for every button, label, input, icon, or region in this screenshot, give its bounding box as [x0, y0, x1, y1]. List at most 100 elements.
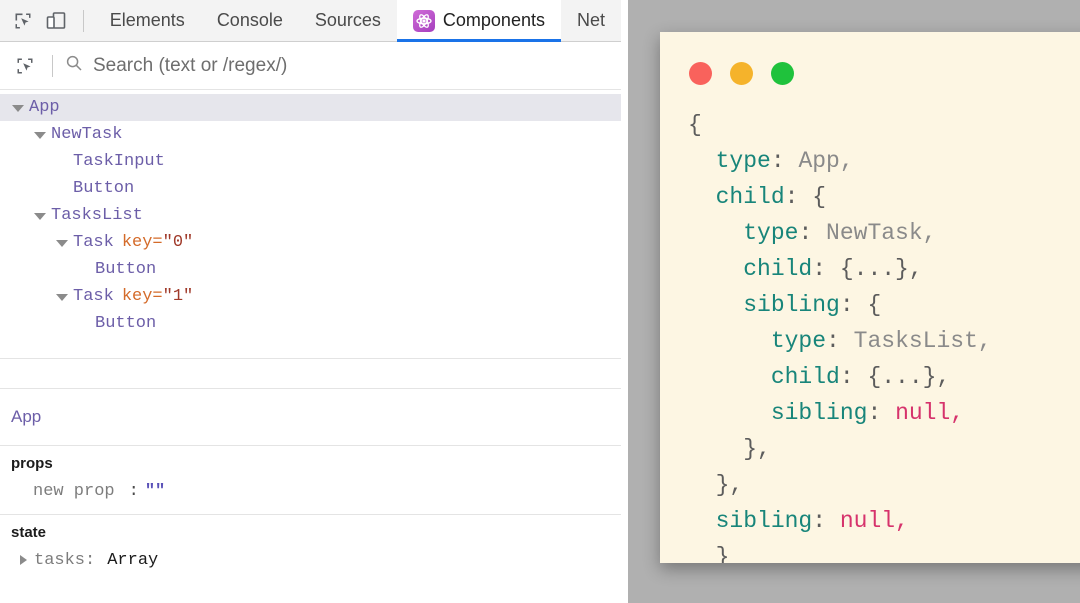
tree-item-task-1[interactable]: Task key= "1" — [0, 283, 621, 310]
props-key: new prop — [33, 481, 115, 501]
devtools-panel: Elements Console Sources Components Net … — [0, 0, 621, 603]
tree-item-label: NewTask — [51, 125, 123, 144]
tree-item-label: Task — [73, 287, 114, 306]
code-key: sibling — [715, 508, 813, 534]
code-line: child: {...}, — [770, 364, 951, 390]
devtools-tabs: Elements Console Sources Components Net — [94, 0, 621, 42]
tab-network-label: Net — [576, 10, 605, 30]
code-key: child — [743, 256, 813, 282]
inspect-cursor-icon[interactable] — [8, 6, 37, 36]
minimize-dot[interactable] — [730, 62, 753, 85]
code-line: { — [688, 112, 702, 138]
close-dot[interactable] — [689, 62, 712, 85]
tree-item-task-0[interactable]: Task key= "0" — [0, 229, 621, 256]
tree-item-key-attr: key= — [121, 233, 163, 252]
code-key: type — [743, 220, 799, 246]
tree-item-app[interactable]: App — [0, 94, 621, 121]
props-value[interactable]: "" — [145, 482, 165, 501]
react-components-icon — [412, 9, 435, 32]
spacer-icon — [77, 317, 91, 331]
tree-item-button-3[interactable]: Button — [0, 310, 621, 337]
tree-item-key-value: "0" — [162, 233, 194, 252]
components-search-bar — [0, 42, 621, 90]
tree-item-label: TaskInput — [73, 152, 165, 171]
tree-item-label: Button — [95, 314, 157, 333]
tree-item-label: Button — [95, 260, 157, 279]
fiber-tree-code: { type: App, child: { type: NewTask, chi… — [660, 107, 1080, 563]
tab-elements[interactable]: Elements — [94, 0, 201, 42]
devtools-tabbar: Elements Console Sources Components Net — [0, 0, 621, 42]
device-toolbar-icon[interactable] — [41, 6, 70, 36]
code-key: type — [715, 148, 771, 174]
code-value: null, — [839, 508, 909, 534]
tab-components-label: Components — [442, 10, 545, 30]
tab-network[interactable]: Net — [561, 0, 621, 42]
tree-item-label: Task — [73, 233, 114, 252]
search-field-wrap[interactable] — [65, 54, 621, 77]
search-input[interactable] — [93, 54, 594, 77]
code-punct: }, — [743, 436, 771, 462]
tree-inspector-divider — [0, 358, 621, 359]
tree-item-taskinput[interactable]: TaskInput — [0, 148, 621, 175]
tree-item-button-1[interactable]: Button — [0, 175, 621, 202]
code-punct: { — [688, 112, 702, 138]
tree-item-key-attr: key= — [121, 287, 163, 306]
code-line: sibling: null, — [770, 400, 965, 426]
search-icon — [65, 54, 83, 77]
code-key: type — [770, 328, 827, 354]
code-overlay-card: { type: App, child: { type: NewTask, chi… — [660, 32, 1080, 563]
code-value: {...}, — [839, 256, 923, 282]
inspector-selected-name: App — [11, 407, 42, 426]
state-value: Array — [107, 550, 159, 570]
code-line: type: TasksList, — [770, 328, 992, 354]
tree-item-key-value: "1" — [162, 287, 194, 306]
tab-console[interactable]: Console — [201, 0, 299, 42]
maximize-dot[interactable] — [771, 62, 794, 85]
code-key: child — [770, 364, 840, 390]
tree-item-label: Button — [73, 179, 135, 198]
chevron-right-icon[interactable] — [20, 555, 27, 565]
code-key: sibling — [770, 400, 868, 426]
state-section: state tasks: Array — [0, 515, 621, 583]
code-line: }, — [688, 472, 744, 498]
chevron-down-icon[interactable] — [33, 128, 47, 142]
code-line: } — [688, 544, 730, 563]
code-value: null, — [895, 400, 965, 426]
chevron-down-icon[interactable] — [55, 290, 69, 304]
code-key: sibling — [743, 292, 840, 318]
code-value: App, — [798, 148, 854, 174]
tree-item-button-2[interactable]: Button — [0, 256, 621, 283]
code-value: {...}, — [867, 364, 951, 390]
state-row[interactable]: tasks: Array — [11, 547, 621, 573]
code-line: child: { — [715, 184, 827, 210]
window-controls — [660, 32, 1080, 85]
code-value: { — [867, 292, 882, 318]
code-line: }, — [688, 436, 771, 462]
tree-item-newtask[interactable]: NewTask — [0, 121, 621, 148]
tab-sources[interactable]: Sources — [299, 0, 397, 42]
code-value: NewTask, — [826, 220, 937, 246]
toolbar-divider — [82, 9, 84, 32]
tab-console-label: Console — [216, 10, 283, 30]
props-row[interactable]: new prop : "" — [11, 478, 621, 504]
chevron-down-icon[interactable] — [55, 236, 69, 250]
code-value: TasksList, — [853, 328, 992, 354]
chevron-down-icon[interactable] — [11, 101, 25, 115]
code-value: { — [812, 184, 827, 210]
props-section: props new prop : "" — [0, 446, 621, 514]
code-line: type: App, — [715, 148, 854, 174]
select-element-icon[interactable] — [8, 51, 42, 81]
spacer-icon — [55, 182, 69, 196]
code-line: sibling: { — [743, 292, 882, 318]
chevron-down-icon[interactable] — [33, 209, 47, 223]
tab-components[interactable]: Components — [396, 0, 562, 42]
tree-item-label: TasksList — [51, 206, 143, 225]
code-punct: } — [715, 544, 730, 563]
state-key: tasks: — [34, 550, 96, 570]
code-line: type: NewTask, — [743, 220, 937, 246]
props-colon: : — [128, 481, 139, 501]
props-title: props — [11, 455, 53, 472]
tree-item-taskslist[interactable]: TasksList — [0, 202, 621, 229]
tab-sources-label: Sources — [314, 10, 381, 30]
spacer-icon — [55, 155, 69, 169]
